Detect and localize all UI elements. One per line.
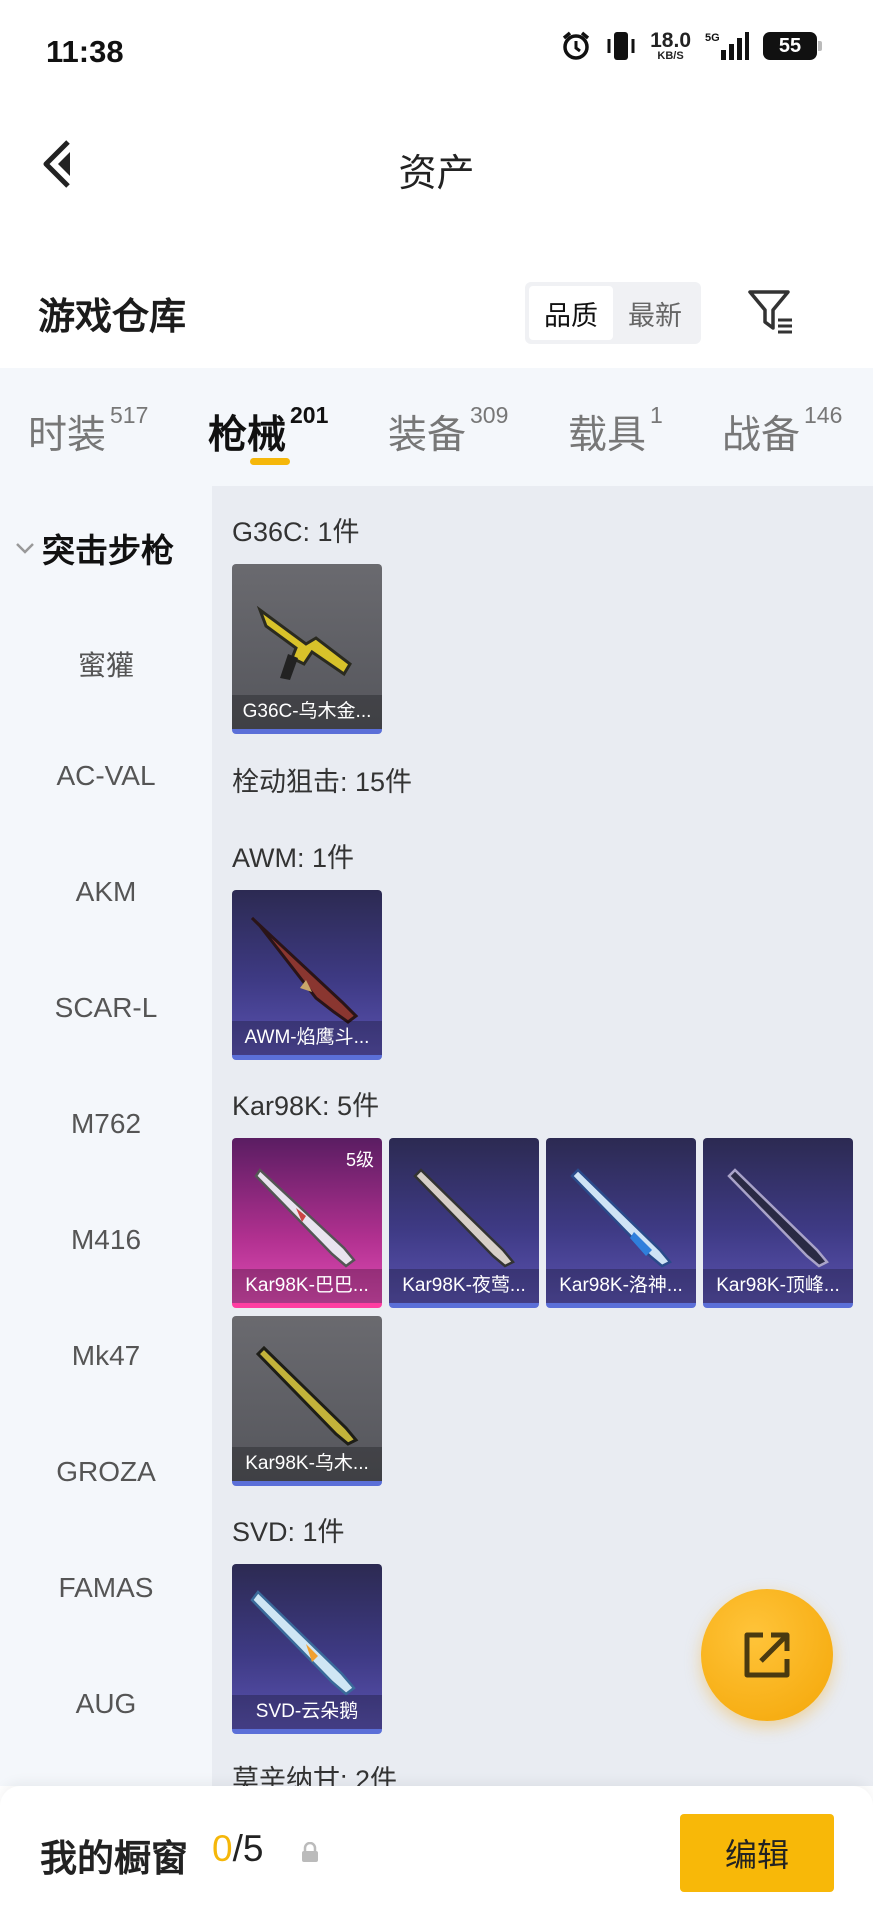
- nav-header: 资产: [0, 104, 873, 224]
- alarm-icon: [563, 31, 590, 60]
- sidebar-item-ac-val[interactable]: AC-VAL: [0, 760, 212, 792]
- weapon-card[interactable]: Kar98K-乌木...: [232, 1316, 382, 1486]
- sidebar-item-mk47[interactable]: Mk47: [0, 1340, 212, 1372]
- status-bar: 11:38 18.0 KB/S 5G 55: [0, 0, 873, 104]
- weapon-image: [254, 1168, 356, 1268]
- tab-vehicles[interactable]: 载具 1: [568, 402, 663, 460]
- section-title: 栓动狙击: 15件: [232, 767, 413, 797]
- weapon-image: [727, 1168, 829, 1268]
- bottom-bar: 我的橱窗 0/5 编辑: [0, 1786, 873, 1920]
- section-title: AWM: 1件: [232, 843, 355, 873]
- sidebar-item-honey-badger[interactable]: 蜜獾: [0, 644, 212, 684]
- section-title: Kar98K: 5件: [232, 1091, 380, 1121]
- sort-newest[interactable]: 最新: [613, 286, 697, 340]
- weapon-image: [250, 1590, 356, 1696]
- sidebar-item-groza[interactable]: GROZA: [0, 1456, 212, 1488]
- weapon-image: [413, 1168, 515, 1268]
- weapon-image: [250, 916, 359, 1024]
- section-title: 莫辛纳甘: 2件: [232, 1765, 398, 1786]
- section-title: SVD: 1件: [232, 1517, 345, 1547]
- tab-firearms[interactable]: 枪械 201: [208, 402, 328, 460]
- status-icons: 18.0 KB/S 5G 55: [560, 29, 822, 62]
- lock-icon: [302, 1842, 318, 1862]
- signal-icon: 5G: [705, 32, 749, 60]
- tab-supplies[interactable]: 战备 146: [722, 402, 842, 460]
- weapon-image: [256, 605, 352, 680]
- vibrate-icon: [607, 32, 635, 60]
- sidebar-group-assault-rifles[interactable]: 突击步枪: [14, 524, 174, 572]
- svg-text:5G: 5G: [705, 32, 720, 44]
- edit-button[interactable]: 编辑: [680, 1814, 834, 1892]
- warehouse-title: 游戏仓库: [38, 296, 186, 337]
- page-title: 资产: [398, 153, 475, 195]
- share-button[interactable]: [701, 1589, 833, 1721]
- weapon-card[interactable]: 5级 Kar98K-巴巴...: [232, 1138, 382, 1308]
- section-title: G36C: 1件: [232, 517, 360, 547]
- weapon-image: [255, 1345, 359, 1446]
- battery-icon: 55: [763, 32, 822, 60]
- weapon-image: [570, 1168, 672, 1268]
- weapon-card[interactable]: Kar98K-夜莺...: [389, 1138, 539, 1308]
- sort-quality[interactable]: 品质: [529, 286, 613, 340]
- showcase-count: 0/5: [212, 1828, 264, 1869]
- weapon-card[interactable]: Kar98K-顶峰...: [703, 1138, 853, 1308]
- net-speed: 18.0 KB/S: [650, 29, 691, 62]
- weapon-card[interactable]: SVD-云朵鹅: [232, 1564, 382, 1734]
- share-external-icon: [744, 1632, 790, 1678]
- weapon-card[interactable]: Kar98K-洛神...: [546, 1138, 696, 1308]
- tab-fashion[interactable]: 时装 517: [28, 402, 148, 460]
- active-tab-indicator: [250, 458, 290, 465]
- sidebar-item-aug[interactable]: AUG: [0, 1688, 212, 1720]
- weapon-card[interactable]: AWM-焰鹰斗...: [232, 890, 382, 1060]
- tab-equipment[interactable]: 装备 309: [388, 402, 508, 460]
- sidebar: 突击步枪 蜜獾 AC-VAL AKM SCAR-L M762 M416 Mk47…: [0, 486, 212, 1786]
- sidebar-item-m762[interactable]: M762: [0, 1108, 212, 1140]
- sidebar-item-akm[interactable]: AKM: [0, 876, 212, 908]
- category-tabs: 时装 517 枪械 201 装备 309 载具 1 战备 146: [0, 368, 873, 486]
- sort-toggle: 品质 最新: [525, 282, 701, 344]
- sidebar-item-famas[interactable]: FAMAS: [0, 1572, 212, 1604]
- chevron-down-icon: [16, 543, 34, 554]
- sidebar-item-m416[interactable]: M416: [0, 1224, 212, 1256]
- sidebar-item-scar-l[interactable]: SCAR-L: [0, 992, 212, 1024]
- showcase-label: 我的橱窗: [40, 1838, 188, 1879]
- status-time: 11:38: [46, 34, 124, 69]
- weapon-card[interactable]: G36C-乌木金...: [232, 564, 382, 734]
- filter-icon[interactable]: [746, 286, 796, 336]
